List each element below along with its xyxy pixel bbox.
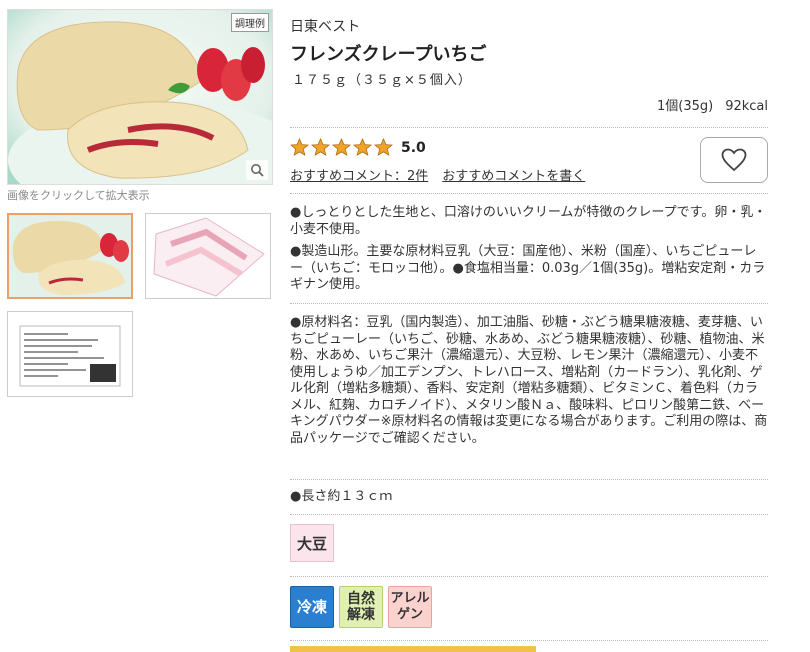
size-text: ●長さ約１３ｃｍ xyxy=(290,489,393,504)
divider xyxy=(290,127,768,128)
example-label: 調理例 xyxy=(231,13,269,32)
star-icon xyxy=(374,138,393,156)
divider xyxy=(290,514,768,515)
natural-thaw-icon: 自然 解凍 xyxy=(339,586,383,628)
ingredients-text: ●原材料名：豆乳（国内製造）、加工油脂、砂糖・ぶどう糖果糖液糖、麦芽糖、いちごピ… xyxy=(290,315,768,446)
divider xyxy=(290,193,768,194)
brand-name: 日東ベスト xyxy=(290,19,361,35)
divider xyxy=(290,640,768,641)
thumbnail-1[interactable] xyxy=(7,213,133,299)
description-manufacturing: ●製造山形。主要な原材料豆乳（大豆：国産他）、米粉（国産）、いちごピューレー（い… xyxy=(290,244,766,292)
product-weight: １７５ｇ（３５ｇ×５個入） xyxy=(292,73,472,88)
crepe-photo xyxy=(8,10,272,184)
allergen-soy-badge: 大豆 xyxy=(290,524,334,562)
divider xyxy=(290,576,768,577)
serving-size: 1個(35g) xyxy=(656,99,714,114)
natural-thaw-line1: 自然 xyxy=(347,591,375,607)
zoom-icon[interactable] xyxy=(246,160,268,180)
main-product-image[interactable]: 調理例 xyxy=(7,9,273,185)
feature-icons: 冷凍 自然 解凍 アレル ゲン xyxy=(290,586,432,628)
calories: 92kcal xyxy=(725,99,768,114)
description-feature: ●しっとりとした生地と、口溶けのいいクリームが特徴のクレープです。卵・乳・小麦不… xyxy=(290,205,767,237)
write-comment-link[interactable]: おすすめコメントを書く xyxy=(442,169,585,184)
product-title: フレンズクレープいちご xyxy=(290,44,487,65)
frozen-icon: 冷凍 xyxy=(290,586,334,628)
thumbnail-3[interactable] xyxy=(7,311,133,397)
allergy-line1: アレル xyxy=(390,591,430,606)
divider xyxy=(290,479,768,480)
thumbnail-2[interactable] xyxy=(145,213,271,299)
star-icon xyxy=(311,138,330,156)
star-icon xyxy=(332,138,351,156)
heart-icon xyxy=(721,148,747,172)
allergy-line2: ゲン xyxy=(396,607,423,622)
star-icon xyxy=(353,138,372,156)
rating-stars: 5.0 xyxy=(290,138,426,157)
favorite-button[interactable] xyxy=(700,137,768,183)
enlarge-caption: 画像をクリックして拡大表示 xyxy=(7,189,150,202)
nutrition-summary: 1個(35g) 92kcal xyxy=(657,95,768,114)
star-icon xyxy=(290,138,309,156)
rating-score: 5.0 xyxy=(401,139,426,156)
comment-count-link[interactable]: おすすめコメント：2件 xyxy=(290,169,428,184)
natural-thaw-line2: 解凍 xyxy=(347,607,375,623)
cart-button-edge[interactable] xyxy=(290,646,536,652)
comment-links: おすすめコメント：2件 おすすめコメントを書く xyxy=(290,165,599,184)
allergy-icon: アレル ゲン xyxy=(388,586,432,628)
divider xyxy=(290,303,768,304)
